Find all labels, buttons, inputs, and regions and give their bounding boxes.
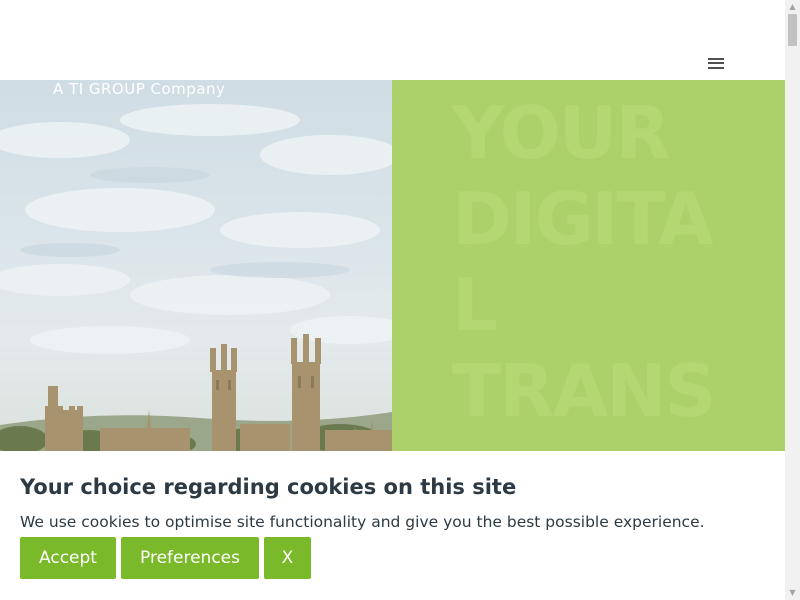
hero-headline-line: DIGITA [452,177,714,261]
hero-green-panel: YOUR DIGITA L TRANS [392,80,785,451]
scrollbar-thumb[interactable] [788,14,797,46]
skyline-illustration [0,104,392,451]
scroll-up-arrow-icon[interactable]: ▲ [785,0,800,14]
company-tagline: A TI GROUP Company [53,80,226,98]
hero-headline-line: YOUR [452,91,671,175]
cookie-consent-banner: Your choice regarding cookies on this si… [0,451,785,600]
site-header [0,0,785,80]
cookie-banner-title: Your choice regarding cookies on this si… [20,475,517,499]
cookie-banner-text: We use cookies to optimise site function… [20,513,705,531]
hero-headline-faint: YOUR DIGITA L TRANS [452,90,716,434]
hero-headline-line: L [452,263,498,347]
cookie-preferences-button[interactable]: Preferences [121,537,259,579]
close-cookie-banner-button[interactable]: X [264,537,311,579]
vertical-scrollbar[interactable]: ▲ ▼ [785,0,800,600]
hero-headline-line: TRANS [452,349,716,433]
page: A TI GROUP Company YOUR DIGITA L TRANS Y… [0,0,800,600]
scroll-down-arrow-icon[interactable]: ▼ [785,586,800,600]
accept-cookies-button[interactable]: Accept [20,537,116,579]
hamburger-menu-icon[interactable] [706,56,728,72]
hero-image-oxford-skyline: A TI GROUP Company [0,80,392,451]
